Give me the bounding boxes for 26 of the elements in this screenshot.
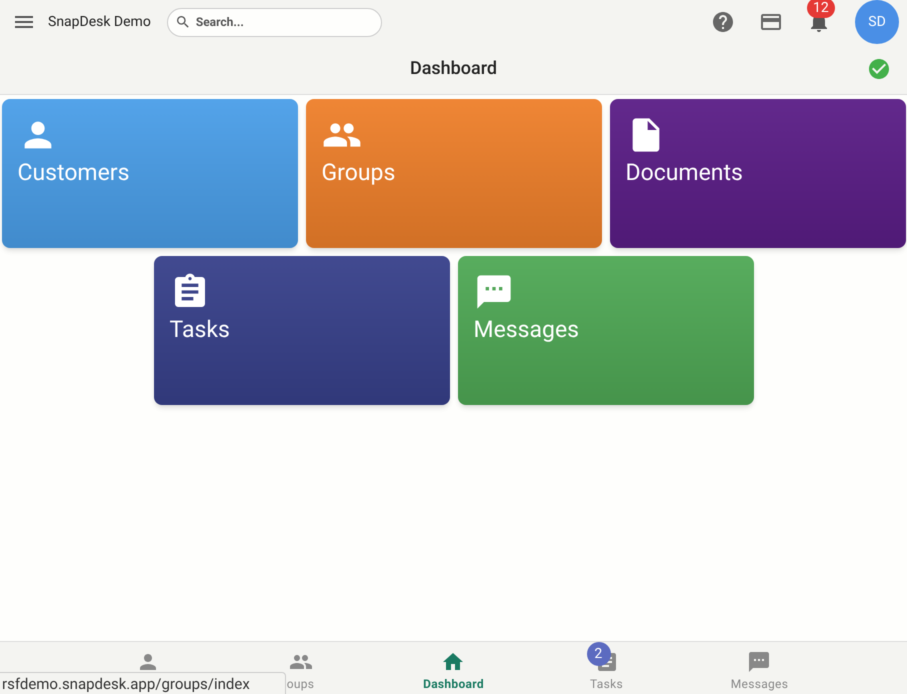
tasks-badge: 2 xyxy=(586,642,610,666)
notification-badge: 12 xyxy=(807,0,835,18)
dashboard-tile[interactable]: Documents xyxy=(610,99,906,248)
nav-tab[interactable]: Messages xyxy=(730,642,788,692)
tile-label: Customers xyxy=(18,159,130,187)
nav-tab[interactable]: oups xyxy=(286,642,314,692)
avatar[interactable]: SD xyxy=(855,0,899,44)
dashboard-tile[interactable]: Tasks xyxy=(154,256,450,405)
chat-icon xyxy=(747,650,772,674)
notifications-button[interactable]: 12 xyxy=(807,0,839,34)
dashboard-tile[interactable]: Messages xyxy=(458,256,754,405)
search-field[interactable]: Search... xyxy=(166,8,382,36)
tile-label: Tasks xyxy=(170,316,231,344)
dashboard-tile[interactable]: Customers xyxy=(2,99,298,248)
tile-label: Groups xyxy=(322,159,396,187)
dashboard-tile[interactable]: Groups xyxy=(306,99,602,248)
status-url-tooltip: rsfdemo.snapdesk.app/groups/index xyxy=(0,672,286,694)
help-icon[interactable] xyxy=(711,10,735,34)
search-icon xyxy=(174,14,191,30)
app-title: SnapDesk Demo xyxy=(48,13,151,32)
nav-tab[interactable]: Dashboard xyxy=(423,642,484,692)
tile-label: Messages xyxy=(474,316,580,344)
check-icon xyxy=(867,57,891,81)
page-title: Dashboard xyxy=(410,57,498,81)
nav-tab[interactable]: 2 Tasks xyxy=(582,642,631,692)
tile-label: Documents xyxy=(626,159,744,187)
